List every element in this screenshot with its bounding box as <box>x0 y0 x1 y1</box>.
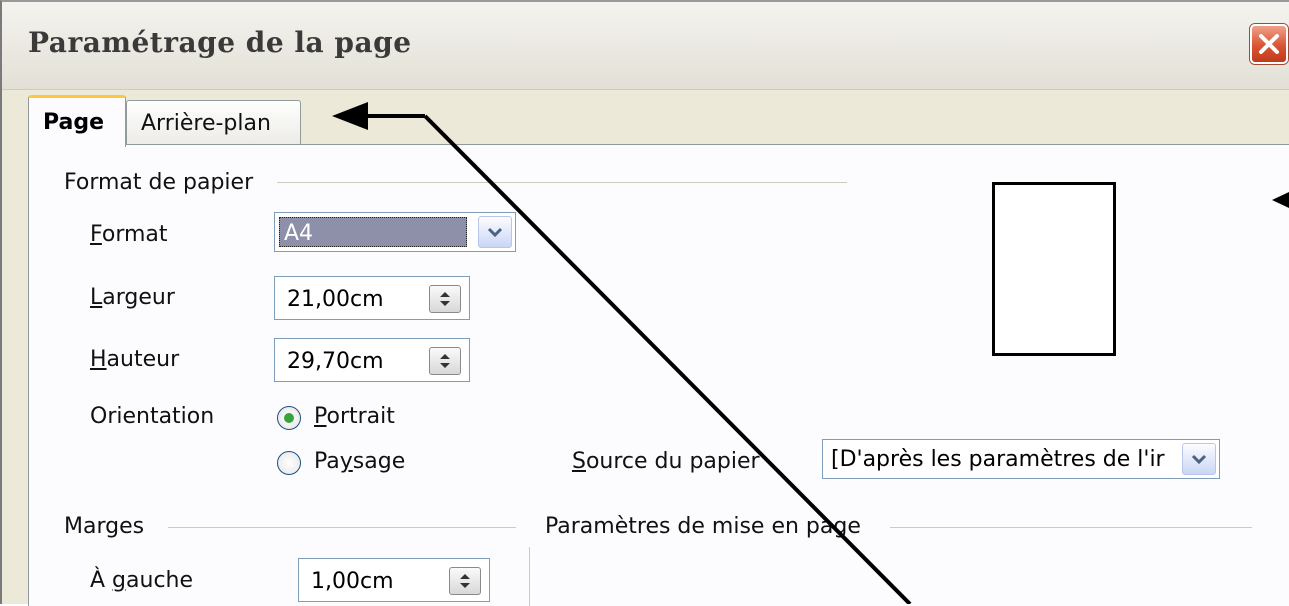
portrait-label[interactable]: Portrait <box>314 404 395 429</box>
left-margin-label: À gauche <box>90 568 194 593</box>
width-value: 21,00cm <box>287 287 384 312</box>
chevron-down-icon <box>1191 454 1207 465</box>
left-margin-field[interactable]: 1,00cm <box>298 558 490 602</box>
height-label: Hauteur <box>90 347 180 372</box>
margins-divider <box>168 527 516 528</box>
paper-format-divider <box>277 182 847 183</box>
tab-page[interactable]: Page <box>28 95 126 147</box>
portrait-radio[interactable] <box>277 406 301 430</box>
format-value: A4 <box>279 217 467 247</box>
height-value: 29,70cm <box>287 349 384 374</box>
width-stepper[interactable] <box>429 285 461 313</box>
page-setup-dialog: Paramétrage de la page Page Arrière-plan… <box>0 0 1289 606</box>
close-icon <box>1259 34 1279 54</box>
format-select[interactable]: A4 <box>274 212 516 252</box>
width-field[interactable]: 21,00cm <box>274 276 470 320</box>
format-label: Format <box>90 222 168 247</box>
paper-source-value: [D'après les paramètres de l'ir <box>831 447 1165 472</box>
close-button[interactable] <box>1250 24 1288 64</box>
width-label: Largeur <box>90 285 175 310</box>
dialog-title: Paramétrage de la page <box>28 26 412 59</box>
group-separator <box>529 547 530 606</box>
spinner-arrows-icon <box>440 292 450 306</box>
height-stepper[interactable] <box>429 347 461 375</box>
chevron-down-icon <box>487 227 503 238</box>
paper-format-group-label: Format de papier <box>64 170 254 195</box>
left-margin-stepper[interactable] <box>449 567 481 595</box>
paper-source-dropdown-button[interactable] <box>1182 443 1216 475</box>
spinner-arrows-icon <box>460 574 470 588</box>
margins-group-label: Marges <box>64 514 145 539</box>
tab-background[interactable]: Arrière-plan <box>126 100 301 146</box>
landscape-radio[interactable] <box>277 451 301 475</box>
height-field[interactable]: 29,70cm <box>274 338 470 382</box>
spinner-arrows-icon <box>440 354 450 368</box>
title-bar[interactable]: Paramétrage de la page <box>2 2 1289 90</box>
landscape-label[interactable]: Paysage <box>314 449 405 474</box>
orientation-label: Orientation <box>90 404 215 429</box>
left-margin-value: 1,00cm <box>311 569 394 594</box>
format-dropdown-button[interactable] <box>478 216 512 248</box>
layout-settings-group-label: Paramètres de mise en page <box>545 514 861 539</box>
layout-settings-divider <box>890 527 1252 528</box>
paper-source-select[interactable]: [D'après les paramètres de l'ir <box>822 439 1220 479</box>
tab-strip: Page Arrière-plan <box>2 90 1289 147</box>
paper-source-label: Source du papier <box>572 449 760 474</box>
page-preview <box>992 182 1116 356</box>
